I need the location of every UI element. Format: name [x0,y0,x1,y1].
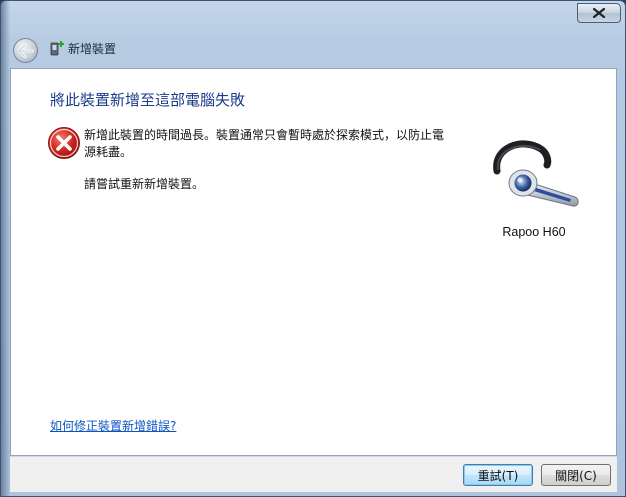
help-link[interactable]: 如何修正裝置新增錯誤? [50,417,176,434]
retry-button[interactable]: 重試(T) [463,464,533,486]
back-arrow-icon [17,43,34,58]
device-name: Rapoo H60 [502,225,566,239]
close-button[interactable]: 關閉(C) [541,464,611,486]
content-pane: 將此裝置新增至這部電腦失敗 新增此裝置的時間過長。裝置通常只會暫時處於探索模式，… [10,68,617,456]
window-title: 新增裝置 [68,42,117,56]
window-close-button[interactable] [577,3,621,23]
page-heading: 將此裝置新增至這部電腦失敗 [50,91,246,109]
error-message: 新增此裝置的時間過長。裝置通常只會暫時處於探索模式，以防止電源耗盡。 [84,128,445,159]
back-button[interactable] [13,38,38,63]
button-bar: 重試(T) 關閉(C) [10,456,617,492]
bluetooth-headset-icon [493,140,579,207]
dialog-window: 新增裝置 將此裝置新增至這部電腦失敗 新增此裝置的時間過長。裝置通常只會暫時處於… [0,0,626,497]
error-icon [48,127,80,159]
add-device-icon [50,41,64,56]
retry-instruction: 請嘗試重新新增裝置。 [84,177,205,191]
close-icon [593,8,605,18]
